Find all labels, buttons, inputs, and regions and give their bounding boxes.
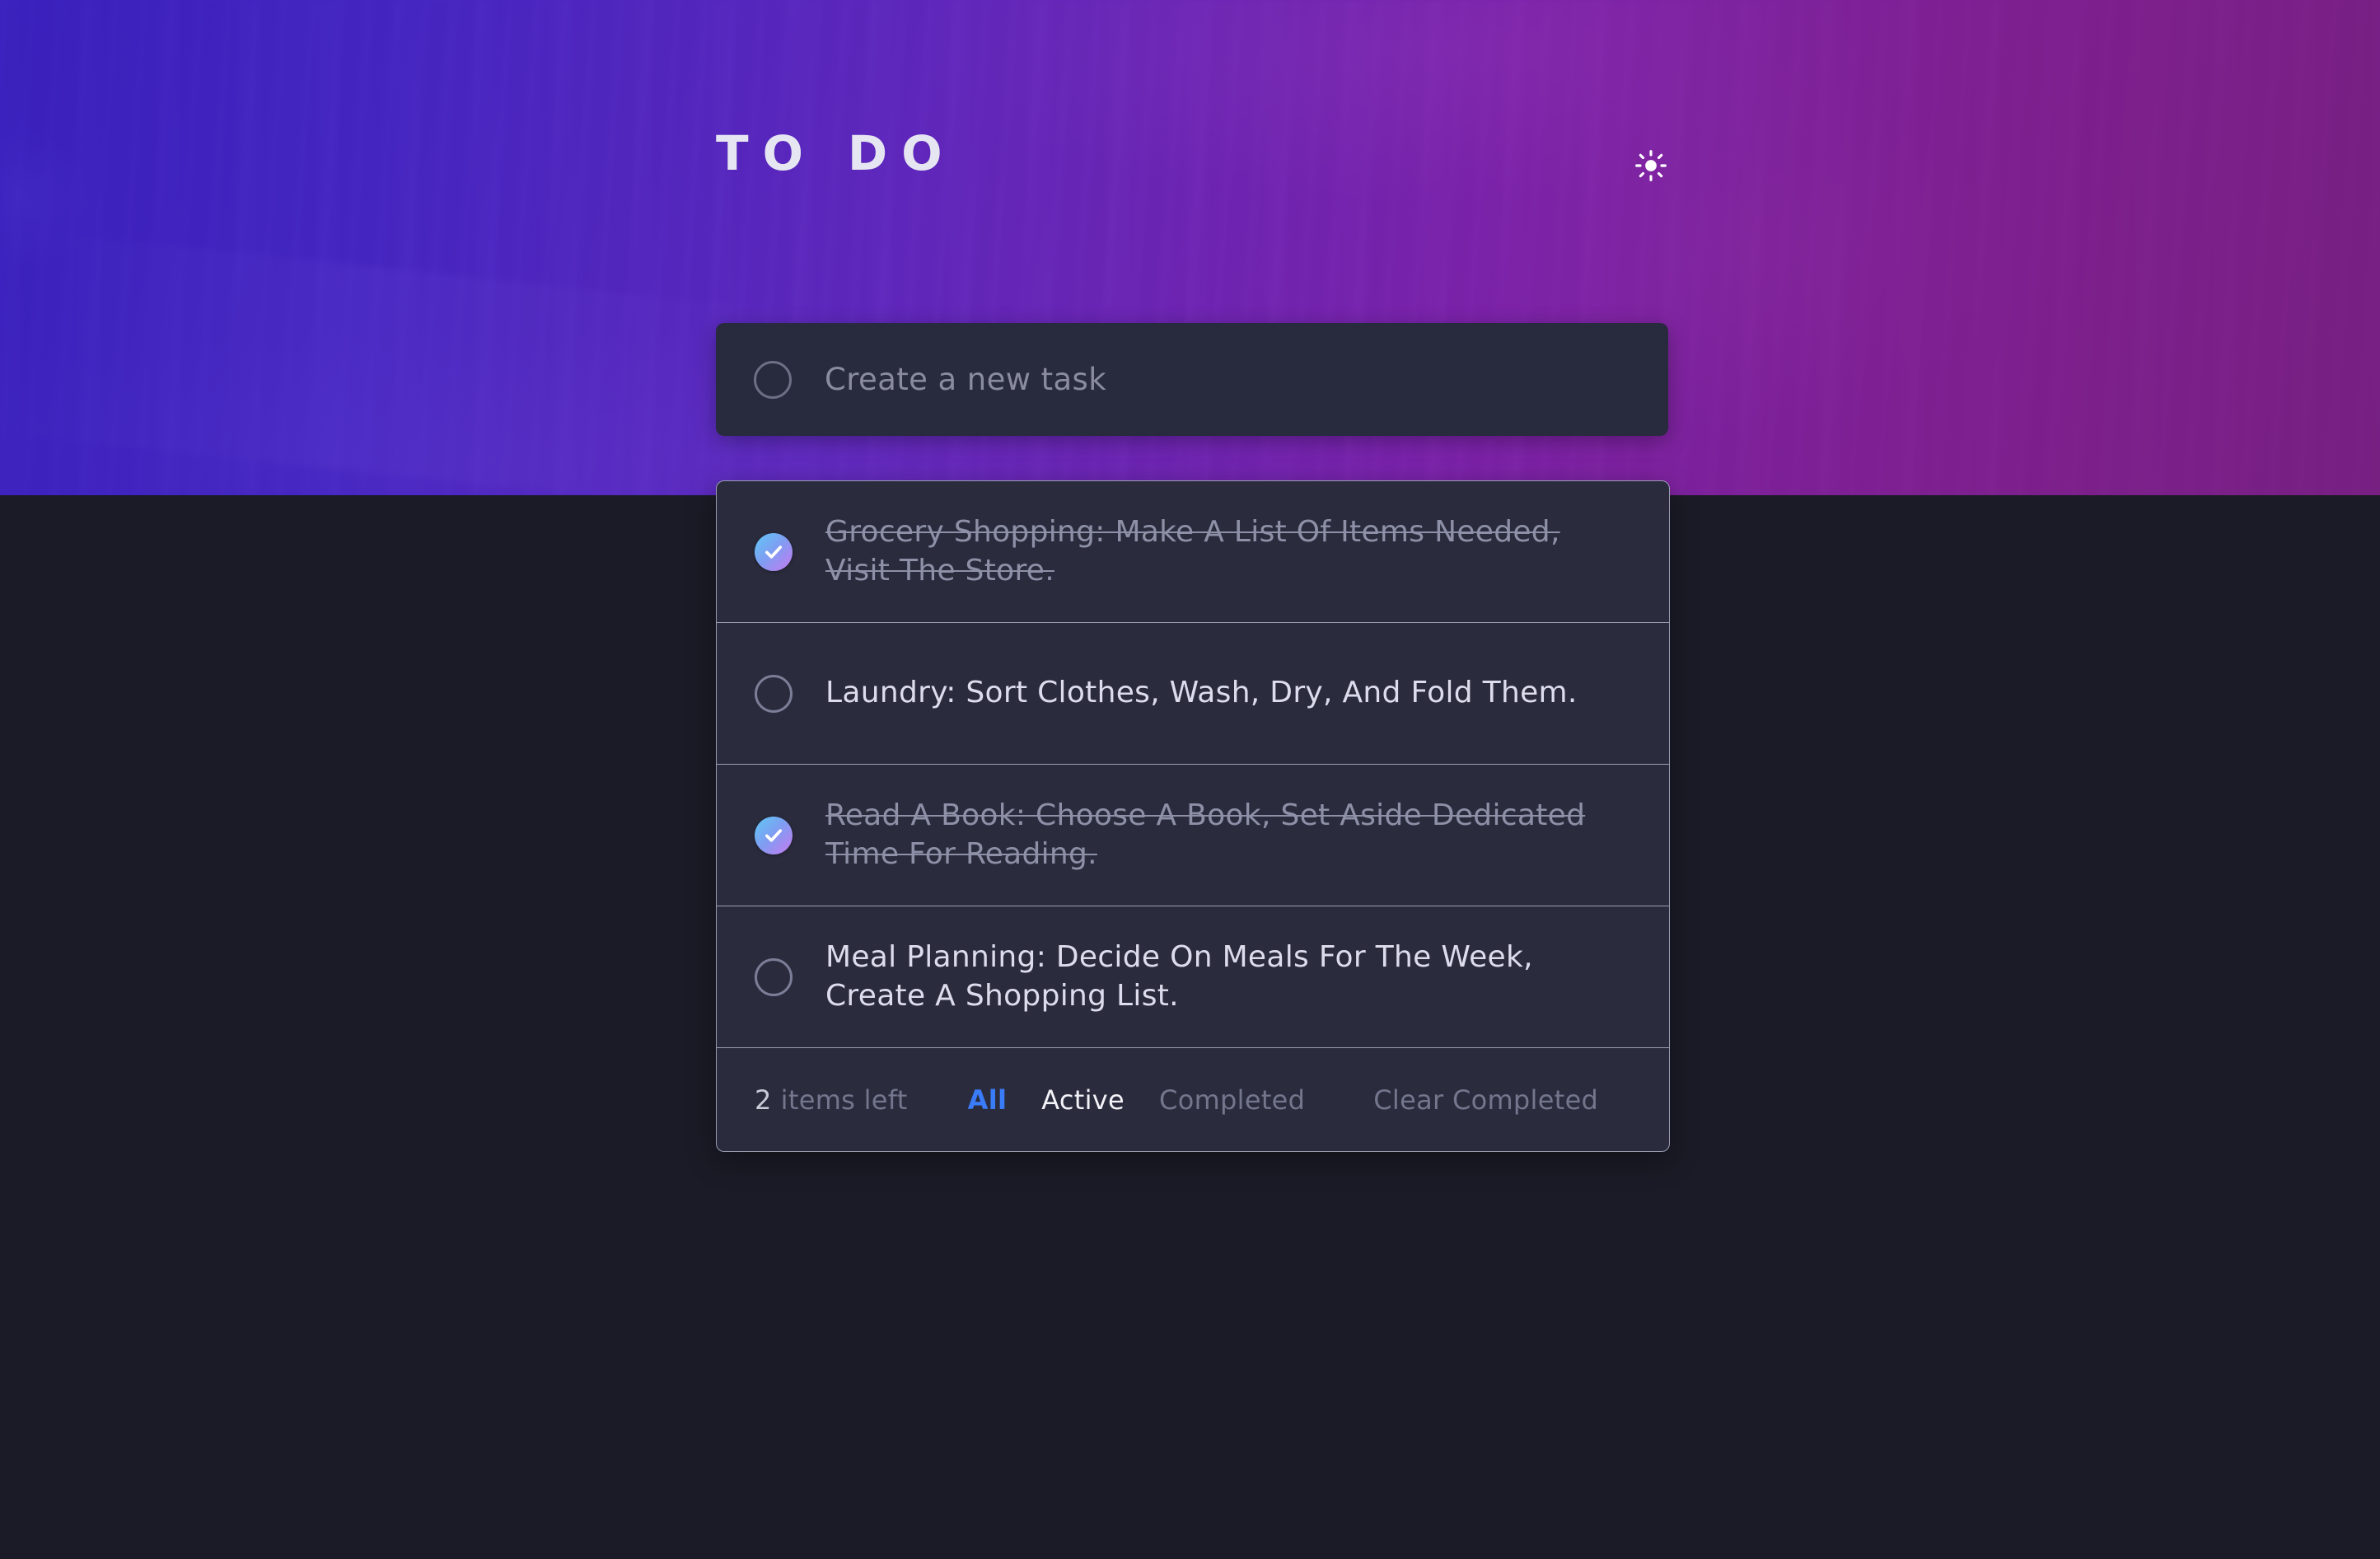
task-text: Grocery Shopping: Make A List Of Items N… xyxy=(825,515,1560,588)
task-row[interactable]: Laundry: Sort Clothes, Wash, Dry, And Fo… xyxy=(717,623,1669,765)
task-row[interactable]: Read A Book: Choose A Book, Set Aside De… xyxy=(717,765,1669,906)
task-list: Grocery Shopping: Make A List Of Items N… xyxy=(717,481,1669,1048)
sun-icon-glyph xyxy=(1635,150,1667,181)
task-row[interactable]: Grocery Shopping: Make A List Of Items N… xyxy=(717,481,1669,623)
task-text: Read A Book: Choose A Book, Set Aside De… xyxy=(825,798,1586,871)
task-text: Meal Planning: Decide On Meals For The W… xyxy=(825,940,1533,1013)
task-text: Laundry: Sort Clothes, Wash, Dry, And Fo… xyxy=(825,676,1578,710)
filter-all-button[interactable]: All xyxy=(951,1084,1025,1116)
new-task-input[interactable] xyxy=(825,362,1630,397)
sun-icon[interactable] xyxy=(1627,142,1675,190)
filter-group: All Active Completed xyxy=(951,1084,1323,1116)
clear-completed-button[interactable]: Clear Completed xyxy=(1373,1084,1598,1116)
task-list-footer: 2 items left All Active Completed Clear Co… xyxy=(717,1048,1669,1151)
task-row[interactable]: Meal Planning: Decide On Meals For The W… xyxy=(717,906,1669,1048)
page-title: TO DO xyxy=(716,125,956,181)
check-icon xyxy=(765,545,783,559)
check-icon xyxy=(765,828,783,842)
filter-active-button[interactable]: Active xyxy=(1024,1084,1142,1116)
empty-circle-icon[interactable] xyxy=(755,957,793,996)
items-left-count: 2 xyxy=(755,1084,772,1116)
check-circle-icon[interactable] xyxy=(755,532,793,571)
check-circle-icon[interactable] xyxy=(755,816,793,854)
new-task-bar[interactable] xyxy=(716,323,1668,436)
task-list-card: Grocery Shopping: Make A List Of Items N… xyxy=(716,480,1670,1152)
items-left-label: items left xyxy=(780,1084,908,1116)
empty-circle-icon[interactable] xyxy=(754,360,792,399)
filter-completed-button[interactable]: Completed xyxy=(1142,1084,1322,1116)
empty-circle-icon[interactable] xyxy=(755,674,793,713)
